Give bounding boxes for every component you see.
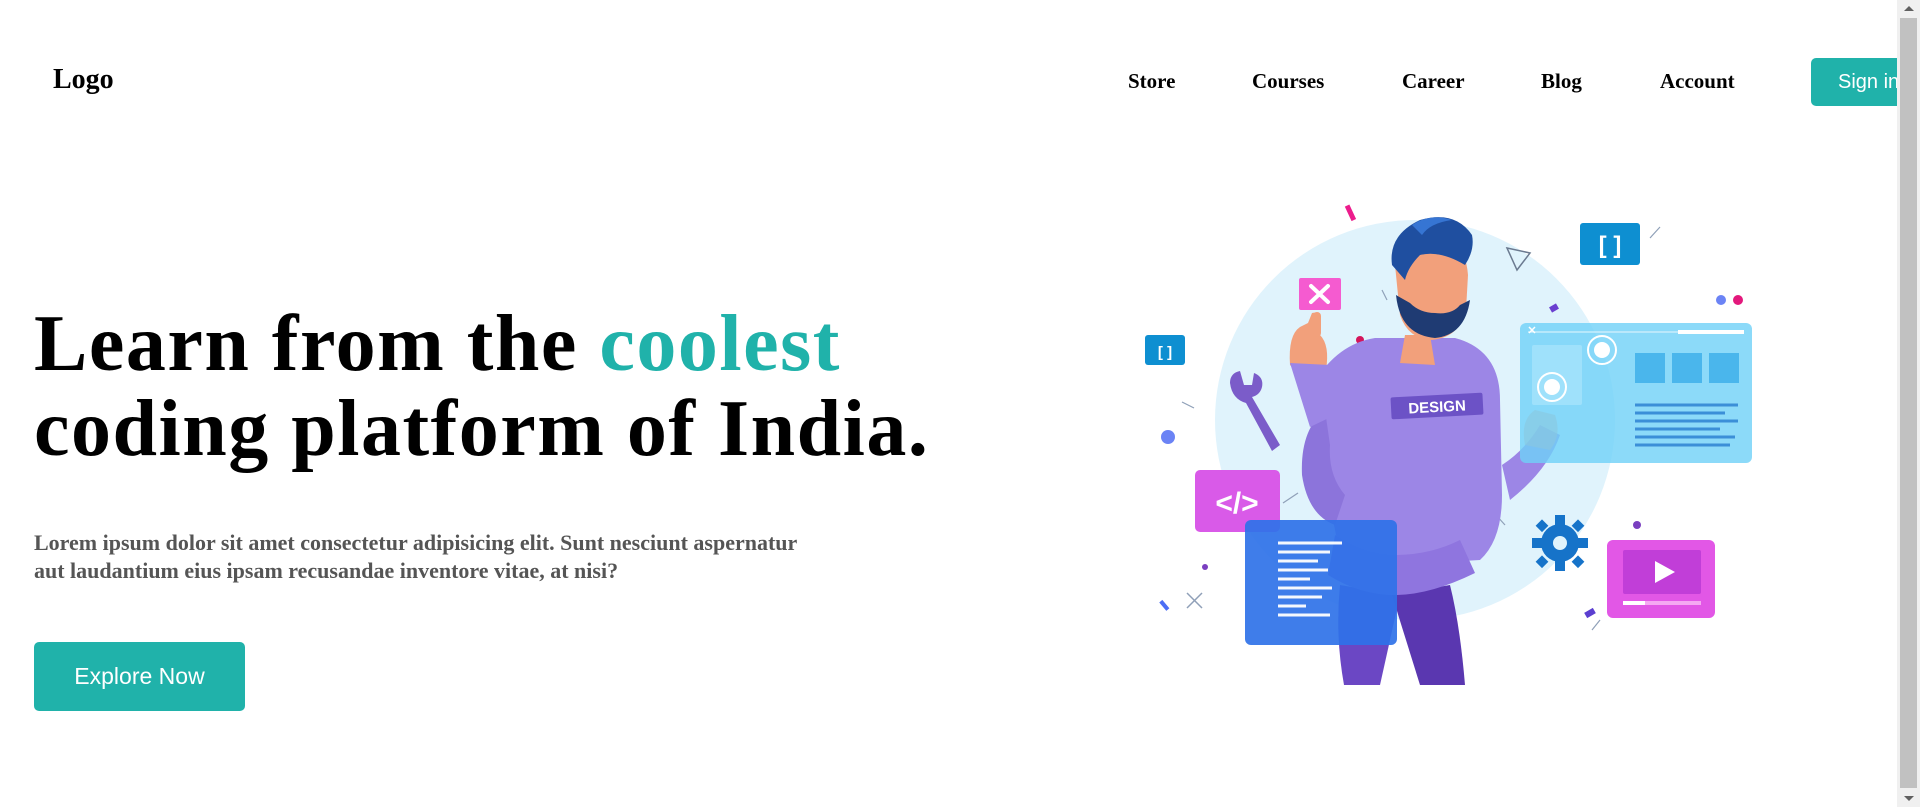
bracket-card-top: [ ]: [1580, 223, 1640, 265]
hero-title-accent: coolest: [599, 300, 841, 388]
code-tag-text: </>: [1215, 487, 1258, 520]
sign-in-button[interactable]: Sign in: [1811, 58, 1897, 106]
bracket-card-left: [ ]: [1145, 335, 1185, 365]
close-card-icon: [1299, 278, 1341, 310]
hero-description: Lorem ipsum dolor sit amet consectetur a…: [34, 530, 797, 583]
nav-link-account[interactable]: Account: [1660, 69, 1735, 94]
video-player-card: [1607, 540, 1715, 618]
code-document-panel: [1245, 520, 1397, 645]
scroll-up-arrow-icon[interactable]: [1897, 0, 1920, 17]
hero-illustration: [ ] [ ] DESIGN </>: [1145, 204, 1752, 685]
scrollbar-thumb[interactable]: [1900, 18, 1917, 788]
shirt-text: DESIGN: [1408, 398, 1466, 418]
main-nav: Store Courses Career Blog Account: [0, 69, 1897, 97]
scroll-down-arrow-icon[interactable]: [1897, 790, 1920, 807]
hero-title-line2: coding platform of India.: [34, 385, 930, 473]
gear-icon: [1532, 515, 1588, 571]
nav-link-courses[interactable]: Courses: [1252, 69, 1324, 94]
vertical-scrollbar[interactable]: [1897, 0, 1920, 807]
bracket-card-top-text: [ ]: [1599, 232, 1622, 259]
explore-now-button[interactable]: Explore Now: [34, 642, 245, 711]
browser-window-panel: [1520, 323, 1752, 463]
nav-link-career[interactable]: Career: [1402, 69, 1465, 94]
nav-link-store[interactable]: Store: [1128, 69, 1175, 94]
bracket-card-left-text: [ ]: [1158, 344, 1172, 361]
hero-title-start: Learn from the: [34, 300, 600, 388]
hero-title: Learn from the coolest coding platform of…: [34, 302, 929, 472]
nav-link-blog[interactable]: Blog: [1541, 69, 1582, 94]
page: Logo Store Courses Career Blog Account S…: [0, 0, 1897, 807]
